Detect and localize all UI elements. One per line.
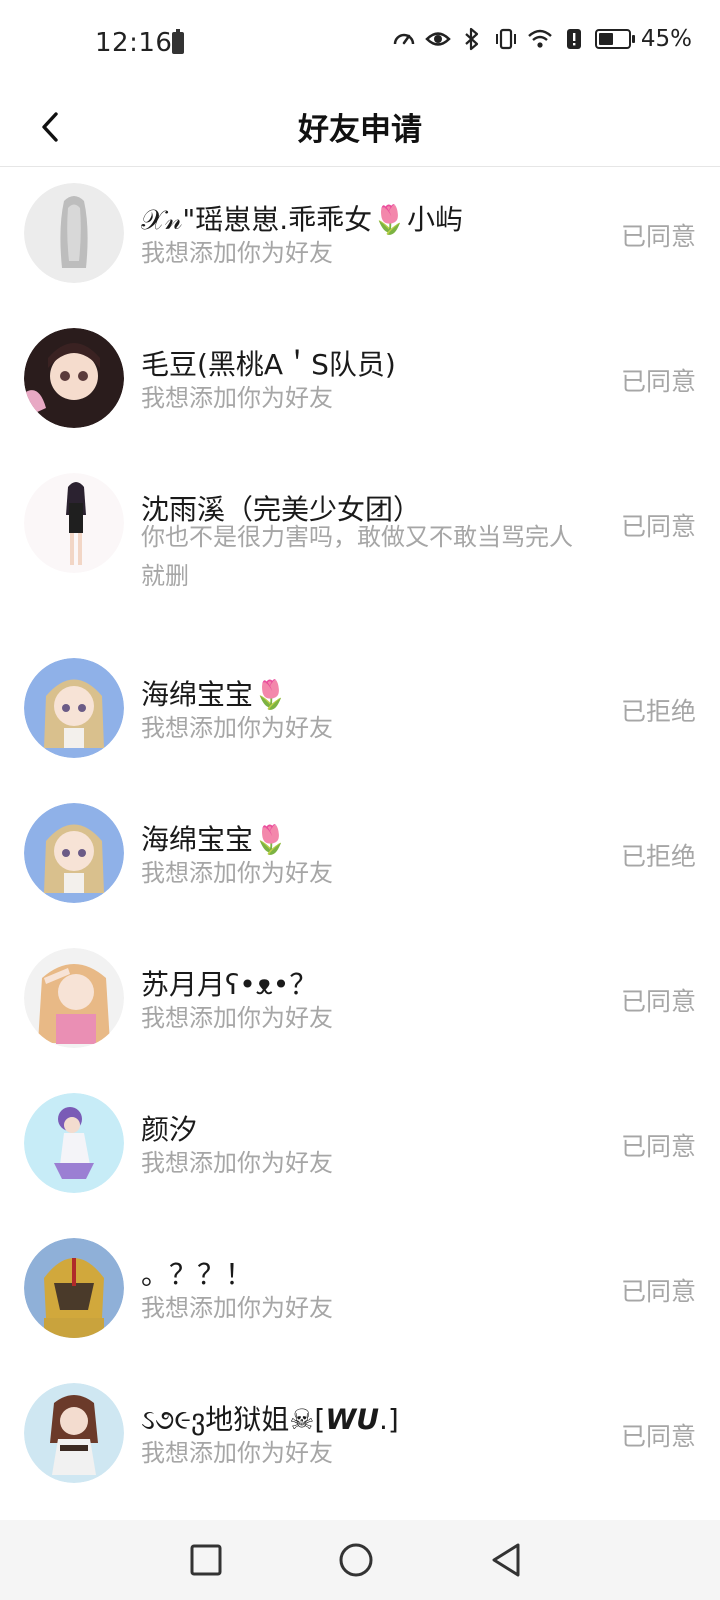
home-icon[interactable] xyxy=(334,1538,378,1582)
request-message: 我想添加你为好友 xyxy=(141,1004,333,1032)
avatar[interactable] xyxy=(24,948,124,1048)
avatar[interactable] xyxy=(24,1093,124,1193)
requester-name: 海绵宝宝🌷 xyxy=(141,823,288,856)
request-status: 已同意 xyxy=(620,1132,696,1161)
avatar[interactable] xyxy=(24,328,124,428)
request-item[interactable]: 颜汐 我想添加你为好友 已同意 xyxy=(0,1076,720,1221)
status-icons: 45% xyxy=(391,26,692,52)
avatar[interactable] xyxy=(24,803,124,903)
bluetooth-icon xyxy=(465,27,478,51)
request-item[interactable]: 沈雨溪（完美少女团） 你也不是很力害吗，敢做又不敢当骂完人就删 已同意 xyxy=(0,456,720,641)
requester-name: 毛豆(黑桃A＇S队员) xyxy=(141,348,396,381)
avatar[interactable] xyxy=(24,473,124,573)
request-item[interactable]: 。？？！ 我想添加你为好友 已同意 xyxy=(0,1221,720,1366)
status-bar: 12:16 45% xyxy=(0,0,720,90)
recent-apps-icon[interactable] xyxy=(184,1538,228,1582)
requester-name: 苏月月ʕ•ᴥ•？ xyxy=(141,968,318,1001)
request-status: 已同意 xyxy=(620,1422,696,1451)
request-status: 已拒绝 xyxy=(620,842,696,871)
wifi-icon xyxy=(528,29,552,48)
requester-name: ઽ૭૯ვ地狱姐☠[𝙒𝙐.] xyxy=(141,1403,399,1436)
system-nav-bar xyxy=(0,1520,720,1600)
requester-name: 𝒳𝓃"瑶崽崽.乖乖女🌷小屿 xyxy=(141,203,463,236)
request-message: 我想添加你为好友 xyxy=(141,1439,333,1467)
requester-name: 。？？！ xyxy=(141,1258,254,1291)
request-item[interactable]: ઽ૭૯ვ地狱姐☠[𝙒𝙐.] 我想添加你为好友 已同意 xyxy=(0,1366,720,1511)
request-message: 我想添加你为好友 xyxy=(141,384,333,412)
back-triangle-icon[interactable] xyxy=(484,1538,528,1582)
avatar[interactable] xyxy=(24,1238,124,1338)
vibrate-icon xyxy=(495,28,516,50)
battery-percent: 45% xyxy=(640,26,692,52)
request-status: 已拒绝 xyxy=(620,697,696,726)
page-title: 好友申请 xyxy=(298,112,422,148)
friend-request-list[interactable]: 𝒳𝓃"瑶崽崽.乖乖女🌷小屿 我想添加你为好友 已同意 毛豆(黑桃A＇S队员) 我… xyxy=(0,166,720,1511)
alert-icon xyxy=(566,29,581,49)
avatar[interactable] xyxy=(24,658,124,758)
status-time: 12:16 xyxy=(95,28,173,58)
request-status: 已同意 xyxy=(620,222,696,251)
request-status: 已同意 xyxy=(620,1277,696,1306)
request-message: 我想添加你为好友 xyxy=(141,1294,333,1322)
request-message: 我想添加你为好友 xyxy=(141,859,333,887)
header: 好友申请 xyxy=(0,90,720,167)
requester-name: 海绵宝宝🌷 xyxy=(141,678,288,711)
battery-icon xyxy=(594,29,635,49)
request-message: 我想添加你为好友 xyxy=(141,1149,333,1177)
eye-icon xyxy=(425,32,451,46)
avatar[interactable] xyxy=(24,1383,124,1483)
request-item[interactable]: 苏月月ʕ•ᴥ•？ 我想添加你为好友 已同意 xyxy=(0,931,720,1076)
battery-alert-icon xyxy=(172,29,184,54)
request-message: 我想添加你为好友 xyxy=(141,714,333,742)
request-item[interactable]: 𝒳𝓃"瑶崽崽.乖乖女🌷小屿 我想添加你为好友 已同意 xyxy=(0,166,720,311)
requester-name: 颜汐 xyxy=(141,1113,198,1146)
request-item[interactable]: 海绵宝宝🌷 我想添加你为好友 已拒绝 xyxy=(0,786,720,931)
speed-icon xyxy=(393,33,415,45)
avatar[interactable] xyxy=(24,183,124,283)
request-message: 我想添加你为好友 xyxy=(141,239,333,267)
request-status: 已同意 xyxy=(620,512,696,541)
request-item[interactable]: 海绵宝宝🌷 我想添加你为好友 已拒绝 xyxy=(0,641,720,786)
request-item[interactable]: 毛豆(黑桃A＇S队员) 我想添加你为好友 已同意 xyxy=(0,311,720,456)
request-status: 已同意 xyxy=(620,367,696,396)
request-status: 已同意 xyxy=(620,987,696,1016)
request-message: 你也不是很力害吗，敢做又不敢当骂完人就删 xyxy=(141,523,573,590)
